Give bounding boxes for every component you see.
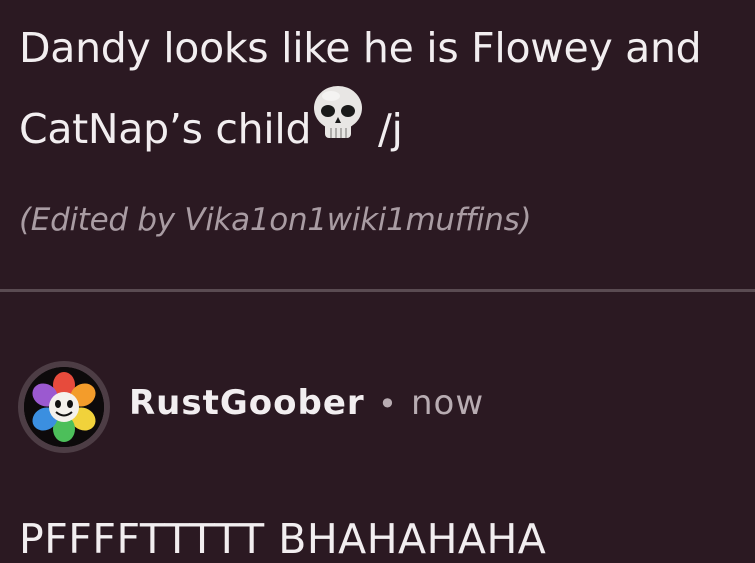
comment-divider (0, 289, 755, 292)
separator-dot: • (378, 385, 397, 423)
comment-line-1: Dandy looks like he is Flowey and (19, 24, 702, 72)
skull-emoji-icon (311, 84, 365, 171)
comment-line-2: CatNap’s child /j (19, 85, 755, 170)
comment-line-2-text: CatNap’s child (19, 105, 312, 153)
flower-avatar-icon (24, 367, 104, 447)
reply-timestamp: now (411, 383, 485, 423)
reply-body: PFFFFTTTTT BHAHAHAHA (19, 515, 547, 563)
edited-note: (Edited by Vika1on1wiki1muffins) (19, 202, 532, 238)
reply-author[interactable]: RustGoober (129, 383, 365, 423)
comment-line-2-suffix: /j (365, 105, 403, 153)
user-avatar[interactable] (18, 361, 110, 453)
comment-body: Dandy looks like he is Flowey and CatNap… (19, 8, 755, 170)
